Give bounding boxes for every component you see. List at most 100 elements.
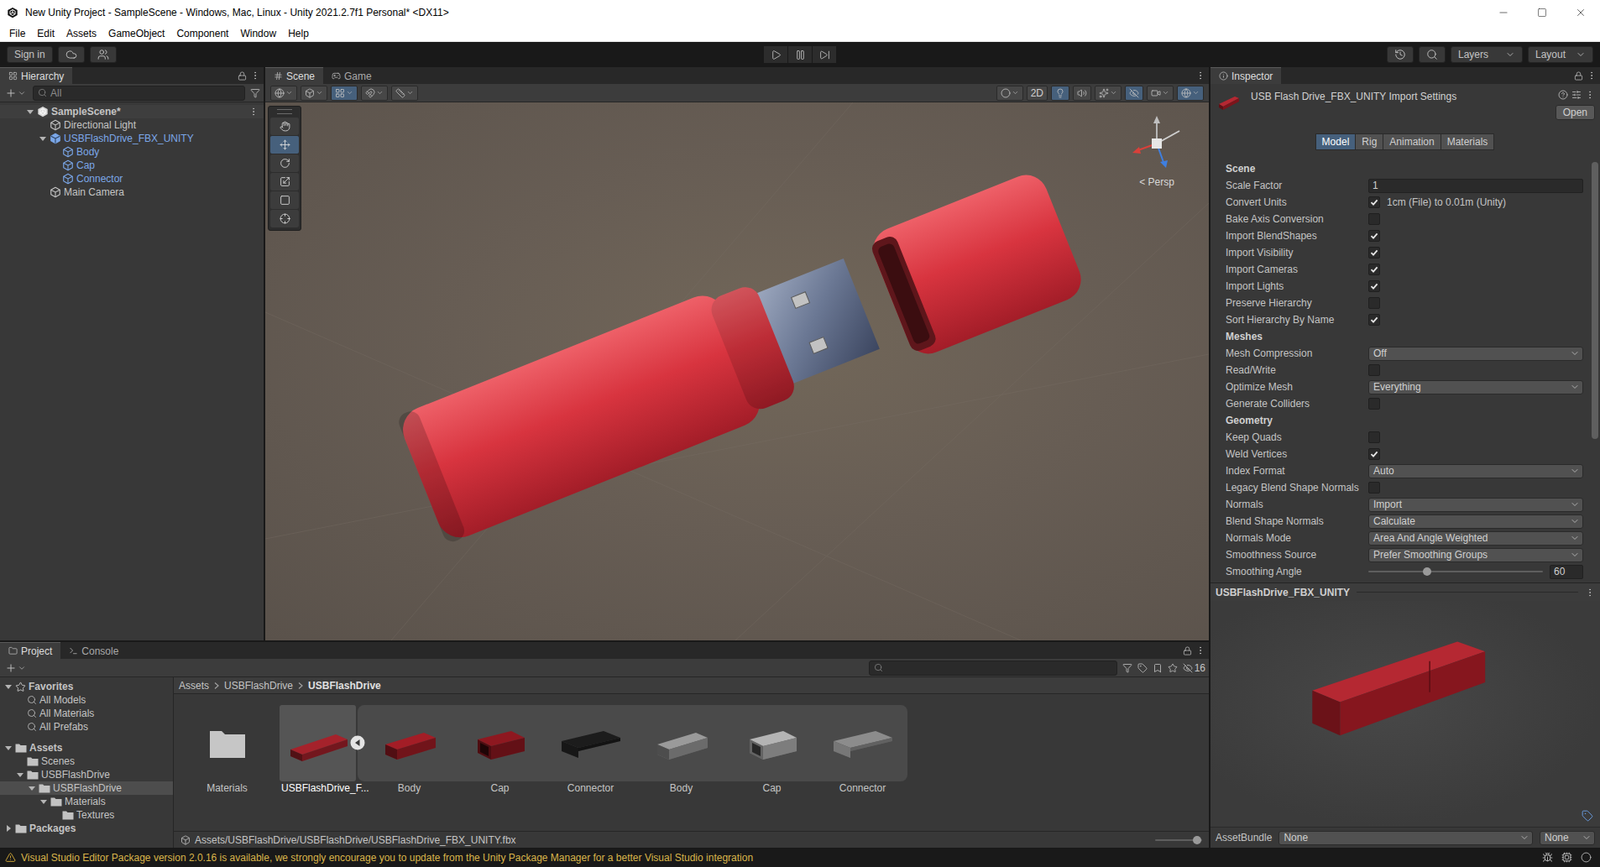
- scene-gizmo[interactable]: < Persp: [1123, 114, 1191, 189]
- slider-knob[interactable]: [1422, 567, 1432, 576]
- foldout-arrow[interactable]: [37, 131, 48, 146]
- more-icon[interactable]: [1586, 70, 1597, 81]
- number-field[interactable]: 60: [1549, 564, 1584, 580]
- sub-asset-tile[interactable]: Body: [371, 705, 448, 795]
- projection-label[interactable]: < Persp: [1139, 176, 1175, 189]
- project-tree-row[interactable]: Materials: [0, 794, 173, 809]
- shading-toggle[interactable]: [996, 85, 1024, 101]
- hand-tool-button[interactable]: [270, 117, 299, 136]
- lock-icon[interactable]: [237, 71, 247, 81]
- project-tab[interactable]: Project: [0, 642, 61, 659]
- asset-tile[interactable]: USBFlashDrive_F...: [279, 705, 356, 795]
- cloud-button[interactable]: [57, 46, 85, 63]
- dropdown[interactable]: Import: [1368, 497, 1584, 513]
- step-button[interactable]: [812, 46, 837, 63]
- more-icon[interactable]: [1195, 645, 1206, 656]
- more-icon[interactable]: [248, 106, 259, 117]
- filter-icon[interactable]: [250, 88, 261, 99]
- foldout-arrow[interactable]: [26, 781, 37, 795]
- checkbox[interactable]: [1368, 297, 1381, 309]
- menu-item[interactable]: Help: [282, 26, 315, 42]
- hierarchy-row[interactable]: Body: [0, 145, 264, 159]
- lock-icon[interactable]: [1573, 71, 1584, 81]
- more-icon[interactable]: [1195, 70, 1206, 81]
- search-button[interactable]: [1418, 46, 1446, 63]
- debug-icon[interactable]: [1542, 852, 1553, 863]
- status-icon[interactable]: [1580, 852, 1592, 863]
- text-field[interactable]: 1: [1368, 178, 1584, 194]
- checkbox[interactable]: [1368, 313, 1381, 326]
- asset-label-icon[interactable]: [1581, 810, 1594, 822]
- project-tree-row[interactable]: Textures: [0, 808, 173, 822]
- preview-area[interactable]: [1210, 601, 1600, 827]
- scale-tool-button[interactable]: [270, 172, 299, 191]
- checkbox[interactable]: [1368, 280, 1381, 293]
- project-tree-row[interactable]: Packages: [0, 821, 173, 836]
- import-tab[interactable]: Rig: [1354, 133, 1384, 151]
- slider-knob[interactable]: [1192, 836, 1202, 845]
- model-preview-icon[interactable]: [1210, 601, 1600, 827]
- project-search[interactable]: [868, 660, 1118, 676]
- import-tab[interactable]: Model: [1315, 133, 1357, 151]
- menu-item[interactable]: Component: [170, 26, 235, 42]
- slider-track[interactable]: [1368, 565, 1543, 578]
- asset-bundle-variant-dropdown[interactable]: None: [1539, 831, 1595, 846]
- foldout-arrow[interactable]: [15, 768, 25, 782]
- menu-item[interactable]: Window: [234, 26, 283, 42]
- sub-asset-tile[interactable]: Cap: [733, 705, 811, 795]
- create-button[interactable]: [3, 87, 28, 100]
- effects-toggle[interactable]: [1094, 85, 1122, 101]
- breadcrumb[interactable]: USBFlashDrive: [224, 679, 293, 692]
- status-message[interactable]: Visual Studio Editor Package version 2.0…: [20, 852, 1538, 864]
- open-button[interactable]: Open: [1555, 104, 1595, 121]
- checkbox[interactable]: [1368, 196, 1381, 209]
- foldout-arrow[interactable]: [3, 741, 13, 755]
- help-icon[interactable]: [1558, 89, 1569, 100]
- camera-toggle[interactable]: [1146, 85, 1174, 101]
- asset-bundle-dropdown[interactable]: None: [1278, 831, 1533, 846]
- scene-tab[interactable]: Scene: [265, 67, 324, 84]
- more-icon[interactable]: [250, 70, 261, 81]
- collapse-button[interactable]: [350, 735, 366, 751]
- scene-row[interactable]: SampleScene*: [0, 104, 264, 119]
- hierarchy-search[interactable]: All: [32, 85, 246, 101]
- scrollbar[interactable]: [1589, 158, 1600, 583]
- undo-history-button[interactable]: [1386, 46, 1414, 63]
- favorite-icon[interactable]: [1167, 663, 1178, 674]
- dropdown[interactable]: Area And Angle Weighted: [1368, 531, 1584, 546]
- pause-button[interactable]: [788, 46, 812, 63]
- more-icon[interactable]: [1584, 89, 1595, 100]
- menu-item[interactable]: GameObject: [102, 26, 171, 42]
- sign-in-button[interactable]: Sign in: [6, 46, 53, 63]
- lock-icon[interactable]: [1182, 646, 1193, 656]
- menu-item[interactable]: Edit: [31, 26, 61, 42]
- project-tree-row[interactable]: Scenes: [0, 754, 173, 769]
- bookmark-icon[interactable]: [1152, 663, 1163, 674]
- global-button[interactable]: [270, 85, 298, 101]
- maximize-button[interactable]: [1522, 0, 1562, 26]
- transform-tool-button[interactable]: [270, 209, 299, 228]
- move-tool-button[interactable]: [270, 135, 299, 154]
- game-tab[interactable]: Game: [323, 67, 381, 84]
- dropdown[interactable]: Everything: [1368, 380, 1584, 395]
- rect-tool-button[interactable]: [270, 191, 299, 210]
- breadcrumb[interactable]: USBFlashDrive: [308, 679, 382, 692]
- breadcrumb[interactable]: Assets: [178, 679, 210, 692]
- checkbox[interactable]: [1368, 431, 1381, 444]
- hierarchy-row[interactable]: Directional Light: [0, 118, 264, 132]
- foldout-arrow[interactable]: [3, 821, 13, 836]
- sub-asset-tile[interactable]: Connector: [824, 705, 901, 795]
- close-button[interactable]: [1561, 0, 1600, 26]
- checkbox[interactable]: [1368, 364, 1381, 377]
- snap-button[interactable]: [360, 85, 388, 101]
- minimize-button[interactable]: [1484, 0, 1523, 26]
- increment-button[interactable]: [391, 85, 419, 101]
- foldout-arrow[interactable]: [38, 794, 48, 809]
- project-tree-row[interactable]: All Prefabs: [0, 720, 173, 734]
- checkbox[interactable]: [1368, 481, 1381, 494]
- hierarchy-row[interactable]: Main Camera: [0, 185, 264, 199]
- sub-asset-tile[interactable]: Connector: [552, 705, 629, 795]
- label-filter-icon[interactable]: [1137, 663, 1148, 674]
- project-tree-row[interactable]: All Models: [0, 693, 173, 707]
- project-tree-row[interactable]: Assets: [0, 741, 173, 755]
